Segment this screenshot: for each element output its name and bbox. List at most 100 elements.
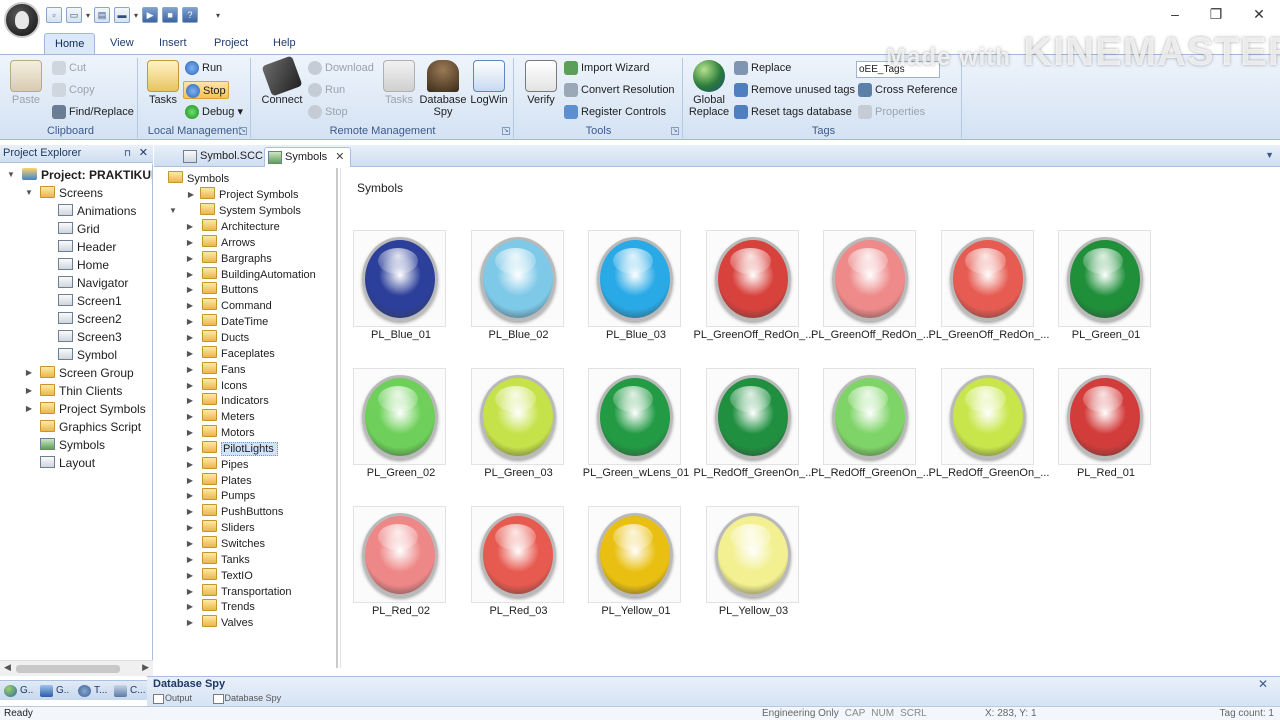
tree-node-project-symbols[interactable]: Project Symbols	[40, 400, 146, 418]
tree-node-screens[interactable]: Screens	[40, 184, 103, 202]
symbol-item[interactable]: PL_Blue_03	[577, 230, 695, 360]
replace-button[interactable]: Replace	[732, 59, 791, 77]
help-icon[interactable]: ?	[182, 7, 199, 23]
symbol-item[interactable]: PL_GreenOff_RedOn_...	[811, 230, 931, 360]
expander-icon[interactable]: ▶	[24, 382, 34, 400]
symbol-item[interactable]: PL_RedOff_GreenOn_...	[929, 368, 1049, 498]
expander-icon[interactable]: ▼	[168, 202, 178, 220]
tree-node-screen[interactable]: Header	[58, 238, 116, 256]
symbol-item[interactable]: PL_Yellow_01	[577, 506, 695, 636]
symbol-item[interactable]: PL_GreenOff_RedOn_...	[929, 230, 1049, 360]
restore-icon[interactable]: ❐	[1201, 4, 1231, 24]
expander-icon[interactable]: ▶	[24, 400, 34, 418]
folder-dropdown-icon[interactable]: ▾	[134, 11, 138, 20]
properties-button[interactable]: Properties	[856, 103, 925, 121]
tree-node-screen[interactable]: Screen1	[58, 292, 122, 310]
verify-button[interactable]: Verify	[523, 60, 559, 106]
local-management-launcher-icon[interactable]: ↘	[239, 127, 247, 135]
tab-help[interactable]: Help	[263, 33, 306, 54]
tasks-remote-button[interactable]: Tasks	[382, 60, 416, 106]
expander-icon[interactable]: ▼	[24, 184, 34, 202]
database-spy-tab[interactable]: Database Spy	[213, 693, 282, 703]
tree-node-screen-group[interactable]: Screen Group	[40, 364, 134, 382]
stop-app-icon[interactable]: ■	[162, 7, 179, 23]
tree-node-project-root[interactable]: Project: PRAKTIKUM	[22, 166, 152, 184]
reset-tags-database-button[interactable]: Reset tags database	[732, 103, 852, 121]
expander-icon[interactable]: ▼	[6, 166, 16, 184]
tab-project[interactable]: Project	[204, 33, 258, 54]
scrollbar-thumb[interactable]	[16, 665, 120, 673]
find-replace-button[interactable]: Find/Replace	[50, 103, 134, 121]
run-remote-button[interactable]: Run	[306, 81, 345, 99]
symbol-item[interactable]: PL_Green_wLens_01	[577, 368, 695, 498]
tab-view[interactable]: View	[100, 33, 144, 54]
tree-node-layout[interactable]: Layout	[40, 454, 95, 472]
symbol-item[interactable]: PL_Red_02	[342, 506, 460, 636]
global-replace-button[interactable]: Global Replace	[688, 60, 730, 118]
tree-node-screen[interactable]: Grid	[58, 220, 100, 238]
remote-management-launcher-icon[interactable]: ↘	[502, 127, 510, 135]
bottom-tab-graphics[interactable]: G..	[38, 683, 69, 699]
stop-remote-button[interactable]: Stop	[306, 103, 348, 121]
symbol-item[interactable]: PL_Red_03	[460, 506, 578, 636]
scroll-left-icon[interactable]: ◀	[4, 662, 11, 673]
paste-button[interactable]: Paste	[8, 60, 44, 106]
new-icon[interactable]: ▫	[46, 7, 62, 23]
tree-node-graphics-script[interactable]: Graphics Script	[40, 418, 141, 436]
folder-icon[interactable]: ▬	[114, 7, 131, 23]
symbol-item[interactable]: PL_Green_02	[342, 368, 460, 498]
remove-unused-tags-button[interactable]: Remove unused tags	[732, 81, 855, 99]
customize-toolbar-icon[interactable]: ▾	[216, 11, 220, 20]
debug-button[interactable]: Debug ▾	[183, 103, 243, 121]
doc-tab-symbols[interactable]: Symbols ✕	[264, 147, 352, 167]
bottom-tab-global[interactable]: G..	[2, 683, 33, 699]
cut-button[interactable]: Cut	[50, 59, 86, 77]
tab-list-dropdown-icon[interactable]: ▼	[1265, 150, 1274, 160]
tree-node-screen[interactable]: Screen2	[58, 310, 122, 328]
symbol-item[interactable]: PL_RedOff_GreenOn_...	[811, 368, 931, 498]
symbol-item[interactable]: PL_Yellow_03	[695, 506, 813, 636]
tree-node-symbols[interactable]: Symbols	[40, 436, 105, 454]
doc-tab-symbol-scc[interactable]: Symbol.SCC	[180, 147, 269, 167]
logwin-button[interactable]: LogWin	[468, 60, 510, 106]
pin-icon[interactable]: ⊓	[124, 145, 131, 162]
tools-launcher-icon[interactable]: ↘	[671, 127, 679, 135]
explorer-horizontal-scrollbar[interactable]: ◀ ▶	[0, 660, 153, 676]
output-tab[interactable]: Output	[153, 693, 192, 703]
symbol-item[interactable]: PL_Blue_01	[342, 230, 460, 360]
save-all-icon[interactable]: ▤	[94, 7, 111, 23]
tree-node-screen[interactable]: Symbol	[58, 346, 117, 364]
tree-node-screen[interactable]: Animations	[58, 202, 136, 220]
tab-home[interactable]: Home	[44, 33, 96, 54]
open-dropdown-icon[interactable]: ▾	[86, 11, 90, 20]
symbol-item[interactable]: PL_RedOff_GreenOn_...	[694, 368, 814, 498]
close-window-icon[interactable]: ✕	[1244, 4, 1274, 24]
expander-icon[interactable]: ▶	[185, 614, 195, 632]
scroll-right-icon[interactable]: ▶	[142, 662, 149, 673]
register-controls-button[interactable]: Register Controls	[562, 103, 666, 121]
minimize-icon[interactable]: –	[1160, 4, 1190, 24]
symbol-item[interactable]: PL_Green_01	[1047, 230, 1165, 360]
bottom-tab-tasks[interactable]: T...	[76, 683, 107, 699]
open-icon[interactable]: ▭	[66, 7, 82, 23]
symbol-item[interactable]: PL_Green_03	[460, 368, 578, 498]
database-spy-button[interactable]: Database Spy	[418, 60, 468, 118]
symbol-item[interactable]: PL_Red_01	[1047, 368, 1165, 498]
download-button[interactable]: Download	[306, 59, 374, 77]
tree-node-thin-clients[interactable]: Thin Clients	[40, 382, 122, 400]
connect-button[interactable]: Connect	[260, 55, 304, 106]
import-wizard-button[interactable]: Import Wizard	[562, 59, 649, 77]
tasks-local-button[interactable]: Tasks	[145, 60, 181, 106]
copy-button[interactable]: Copy	[50, 81, 95, 99]
symbol-item[interactable]: PL_Blue_02	[460, 230, 578, 360]
bottom-tab-comm[interactable]: C...	[112, 683, 146, 699]
app-logo-button[interactable]	[4, 2, 40, 38]
stop-local-button[interactable]: Stop	[183, 81, 229, 99]
tree-node-screen[interactable]: Navigator	[58, 274, 128, 292]
run-app-icon[interactable]: ▶	[142, 7, 159, 23]
close-explorer-icon[interactable]: ✕	[139, 145, 148, 162]
run-local-button[interactable]: Run	[183, 59, 222, 77]
close-database-spy-icon[interactable]: ✕	[1258, 677, 1268, 691]
cross-reference-button[interactable]: Cross Reference	[856, 81, 958, 99]
close-tab-icon[interactable]: ✕	[335, 151, 344, 163]
